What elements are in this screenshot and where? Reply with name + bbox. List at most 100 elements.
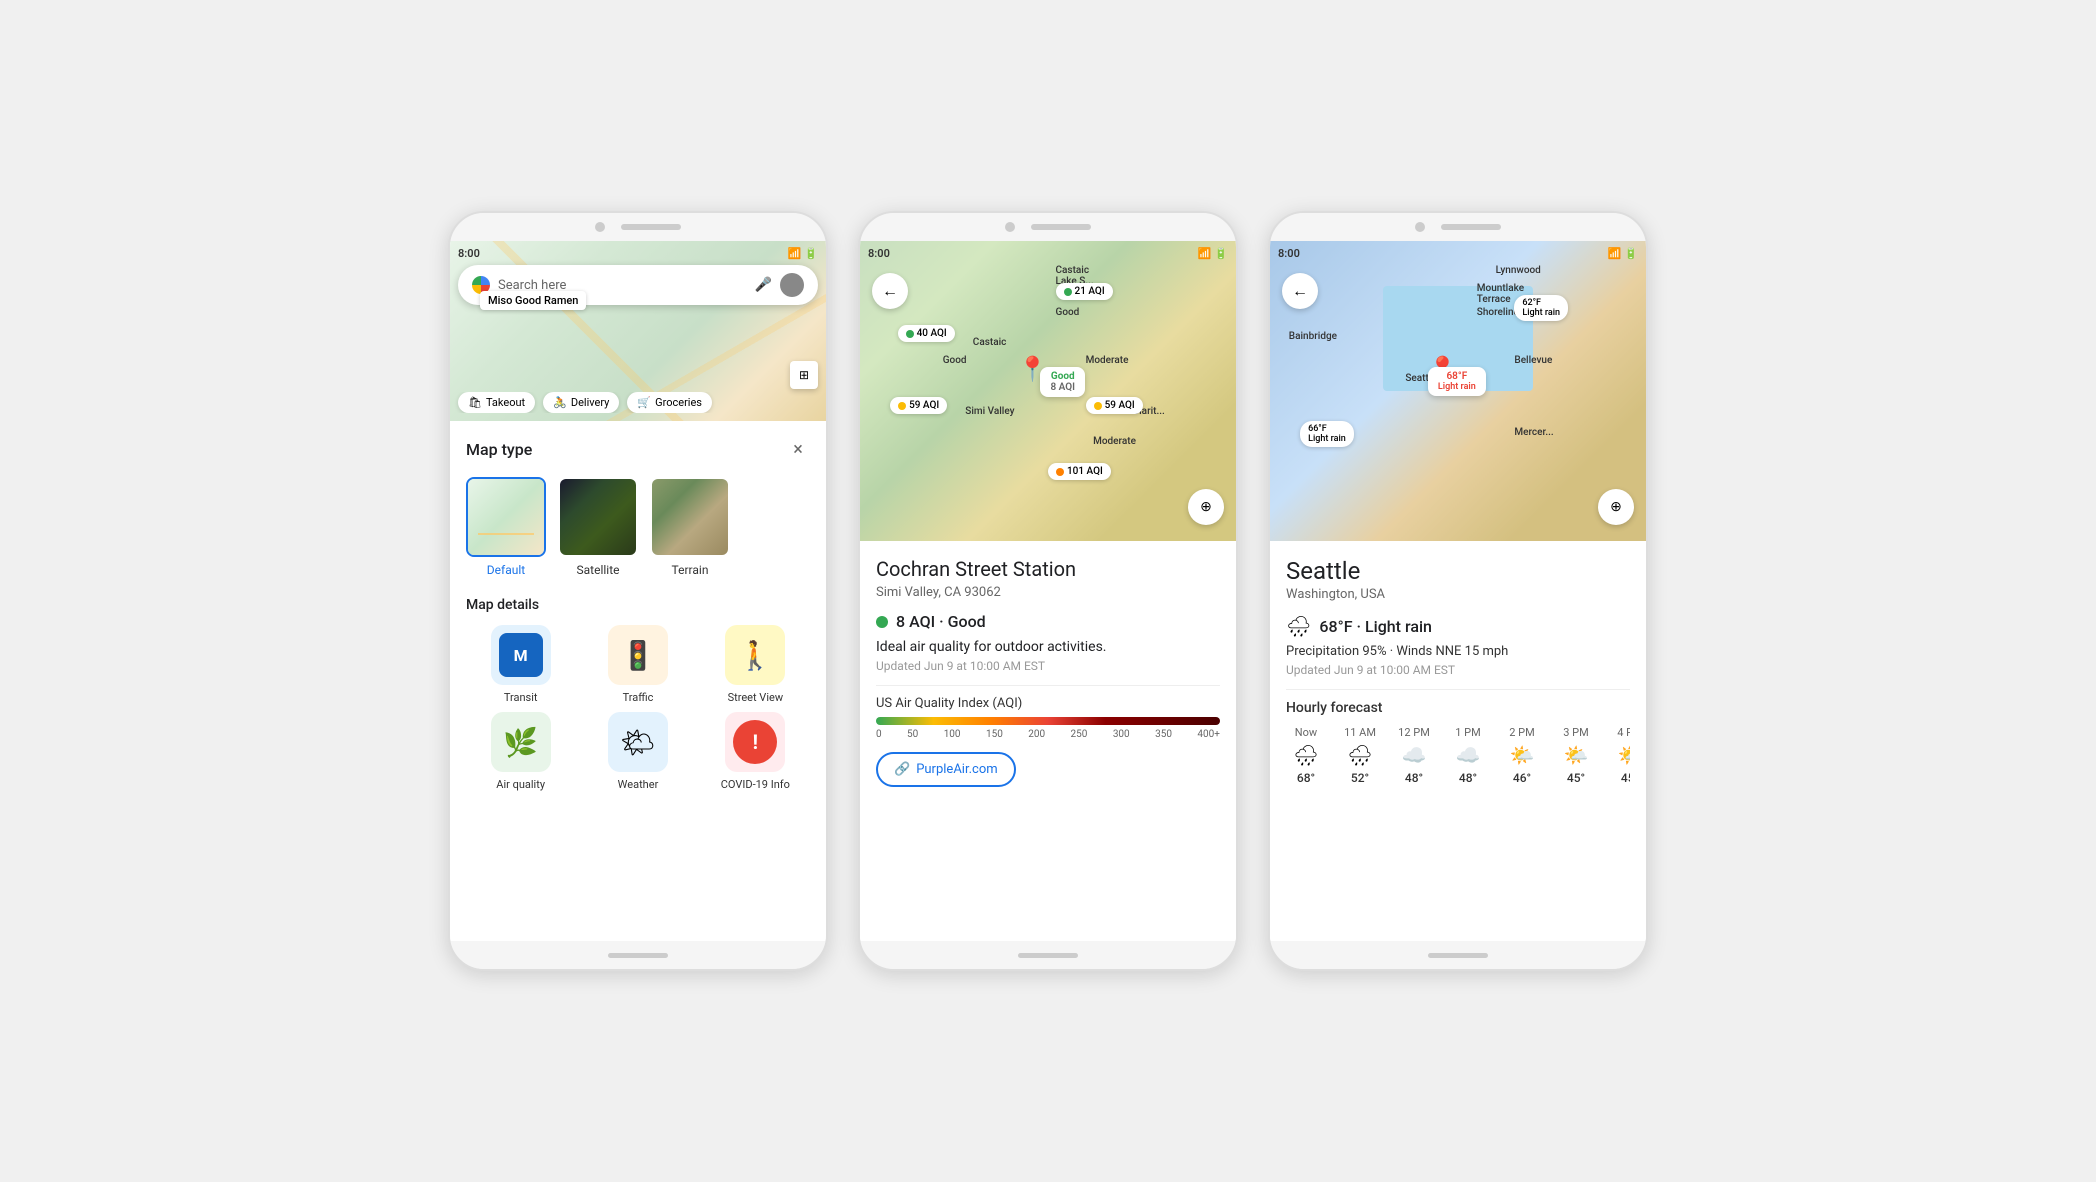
map-label-moderate: Moderate bbox=[1093, 436, 1136, 447]
status-icons: 📶 🔋 bbox=[788, 247, 818, 260]
weather-label: Weather bbox=[618, 778, 659, 791]
bottom-indicator-2 bbox=[1018, 953, 1078, 958]
delivery-pill[interactable]: 🚴 Delivery bbox=[543, 392, 619, 413]
time-display: 8:00 bbox=[458, 247, 480, 260]
external-link-icon: 🔗 bbox=[894, 762, 910, 777]
phone-top-bar-3 bbox=[1270, 213, 1646, 241]
terrain-thumb bbox=[650, 477, 730, 557]
covid-icon: ! bbox=[725, 712, 785, 772]
aqi-dot-21 bbox=[1064, 288, 1072, 296]
map-type-satellite[interactable]: Satellite bbox=[558, 477, 638, 577]
aqi-status-dot bbox=[876, 616, 888, 628]
weather-main-row: 🌧 68°F · Light rain bbox=[1286, 614, 1630, 638]
weather-badge-66: 66°FLight rain bbox=[1300, 421, 1354, 447]
aq-full-view: 8:00 📶 🔋 ← CastaicLake S... Good Castaic… bbox=[860, 241, 1236, 941]
layers-button[interactable]: ⊞ bbox=[790, 361, 818, 389]
user-avatar[interactable] bbox=[780, 273, 804, 297]
mic-icon[interactable]: 🎤 bbox=[755, 277, 772, 293]
speaker-grille bbox=[621, 224, 681, 230]
aqi-dot-59b bbox=[1094, 402, 1102, 410]
aqi-badge-59a: 59 AQI bbox=[890, 397, 947, 414]
phone-2-screen: 8:00 📶 🔋 ← CastaicLake S... Good Castaic… bbox=[860, 241, 1236, 941]
map-label-good-top: Good bbox=[1056, 307, 1080, 318]
map-type-terrain[interactable]: Terrain bbox=[650, 477, 730, 577]
airquality-label: Air quality bbox=[496, 778, 545, 791]
traffic-item[interactable]: 🚦 Traffic bbox=[583, 625, 692, 704]
close-button[interactable]: × bbox=[786, 437, 810, 461]
weather-item[interactable]: 🌤 Weather bbox=[583, 712, 692, 791]
map-label-castaicarea: Castaic bbox=[973, 337, 1007, 348]
aqi-scale: 0 50 100 150 200 250 300 350 400+ bbox=[876, 729, 1220, 740]
hourly-11am: 11 AM 🌧 52° bbox=[1340, 726, 1380, 785]
station-name: Cochran Street Station bbox=[876, 557, 1220, 581]
terrain-thumb-preview bbox=[652, 479, 728, 555]
aqi-badge-21: 21 AQI bbox=[1056, 283, 1113, 300]
streetview-item[interactable]: 🚶 Street View bbox=[701, 625, 810, 704]
aqi-description: Ideal air quality for outdoor activities… bbox=[876, 639, 1220, 655]
streetview-icon: 🚶 bbox=[725, 625, 785, 685]
location-button-3[interactable]: ⊕ bbox=[1598, 489, 1634, 525]
weather-map: 8:00 📶 🔋 ← Lynnwood MountlakeTerrace Sho… bbox=[1270, 241, 1646, 541]
weather-updated: Updated Jun 9 at 10:00 AM EST bbox=[1286, 663, 1630, 677]
takeout-pill[interactable]: 🛍 Takeout bbox=[458, 392, 535, 413]
hourly-12pm: 12 PM ☁️ 48° bbox=[1394, 726, 1434, 785]
transit-icon-inner: M bbox=[499, 633, 543, 677]
station-address: Simi Valley, CA 93062 bbox=[876, 585, 1220, 600]
groceries-pill[interactable]: 🛒 Groceries bbox=[627, 392, 712, 413]
aqi-badge-40: 40 AQI bbox=[898, 325, 955, 342]
purpleair-button[interactable]: 🔗 PurpleAir.com bbox=[876, 752, 1016, 787]
camera-dot bbox=[595, 222, 605, 232]
time-3: 8:00 bbox=[1278, 247, 1300, 260]
status-bar-1: 8:00 📶 🔋 bbox=[458, 247, 818, 260]
aqi-status-value: 8 AQI · Good bbox=[896, 612, 986, 631]
hourly-1pm: 1 PM ☁️ 48° bbox=[1448, 726, 1488, 785]
back-button-3[interactable]: ← bbox=[1282, 273, 1318, 309]
weather-full-view: 8:00 📶 🔋 ← Lynnwood MountlakeTerrace Sho… bbox=[1270, 241, 1646, 941]
transit-icon: M bbox=[491, 625, 551, 685]
transit-item[interactable]: M Transit bbox=[466, 625, 575, 704]
phone-top-bar-2 bbox=[860, 213, 1236, 241]
phone-2: 8:00 📶 🔋 ← CastaicLake S... Good Castaic… bbox=[858, 211, 1238, 971]
rain-icon: 🌧 bbox=[1286, 614, 1311, 638]
status-icons-2: 📶 🔋 bbox=[1198, 247, 1228, 260]
covid-item[interactable]: ! COVID-19 Info bbox=[701, 712, 810, 791]
camera-dot-2 bbox=[1005, 222, 1015, 232]
back-button-2[interactable]: ← bbox=[872, 273, 908, 309]
traffic-label: Traffic bbox=[623, 691, 654, 704]
aq-info-panel: Cochran Street Station Simi Valley, CA 9… bbox=[860, 541, 1236, 941]
weather-temp: 68°F · Light rain bbox=[1319, 617, 1432, 636]
default-label: Default bbox=[487, 563, 525, 577]
map-label-bainbridge: Bainbridge bbox=[1289, 331, 1337, 342]
aq-map: 8:00 📶 🔋 ← CastaicLake S... Good Castaic… bbox=[860, 241, 1236, 541]
panel-header: Map type × bbox=[466, 437, 810, 461]
aqi-dot-59a bbox=[898, 402, 906, 410]
map-label-mercer: Mercer... bbox=[1514, 427, 1553, 438]
default-thumb bbox=[466, 477, 546, 557]
time-2: 8:00 bbox=[868, 247, 890, 260]
map-type-default[interactable]: Default bbox=[466, 477, 546, 577]
status-bar-2: 8:00 📶 🔋 bbox=[868, 247, 1228, 260]
bottom-indicator-3 bbox=[1428, 953, 1488, 958]
weather-badge-62: 62°FLight rain bbox=[1514, 295, 1568, 321]
filter-pills-row: 🛍 Takeout 🚴 Delivery 🛒 Groceries bbox=[450, 392, 826, 413]
default-thumb-preview bbox=[468, 479, 544, 555]
location-button-2[interactable]: ⊕ bbox=[1188, 489, 1224, 525]
panel-title: Map type bbox=[466, 440, 532, 459]
status-bar-3: 8:00 📶 🔋 bbox=[1278, 247, 1638, 260]
map-type-panel: Map type × Default Satellite bbox=[450, 421, 826, 807]
divider-1 bbox=[876, 685, 1220, 686]
airquality-item[interactable]: 🌿 Air quality bbox=[466, 712, 575, 791]
divider-weather bbox=[1286, 689, 1630, 690]
city-name: Seattle bbox=[1286, 557, 1630, 585]
streetview-label: Street View bbox=[728, 691, 784, 704]
good-bubble: Good 8 AQI bbox=[1040, 367, 1085, 397]
phone-top-bar-1 bbox=[450, 213, 826, 241]
map-label-shoreline: Shoreline bbox=[1477, 307, 1519, 318]
hourly-label: Hourly forecast bbox=[1286, 700, 1630, 716]
map-label-lynnwood: Lynnwood bbox=[1496, 265, 1541, 276]
aqi-badge-59b: 59 AQI bbox=[1086, 397, 1143, 414]
phone-bottom-bar-3 bbox=[1270, 941, 1646, 969]
map-label-simi: Simi Valley bbox=[965, 406, 1014, 417]
airquality-icon: 🌿 bbox=[491, 712, 551, 772]
hourly-2pm: 2 PM 🌤️ 46° bbox=[1502, 726, 1542, 785]
